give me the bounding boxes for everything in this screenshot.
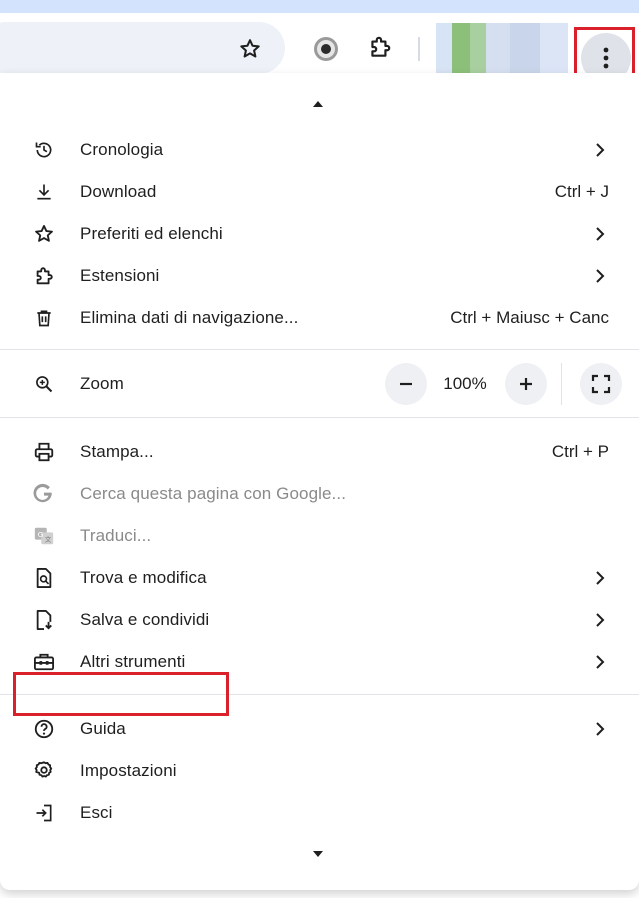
zoom-label: Zoom (80, 374, 124, 393)
menu-item-settings[interactable]: Impostazioni (0, 750, 639, 792)
shortcut-label: Ctrl + J (554, 182, 609, 201)
menu-item-label: Guida (80, 719, 126, 738)
zoom-divider (561, 363, 562, 405)
history-icon (32, 138, 56, 162)
plus-icon (520, 378, 532, 390)
menu-item-label: Cerca questa pagina con Google... (80, 484, 347, 503)
zoom-icon (32, 372, 56, 396)
svg-text:G: G (38, 530, 44, 539)
chevron-right-icon (593, 655, 607, 669)
save-share-icon (32, 608, 56, 632)
bookmark-star-icon[interactable] (232, 31, 268, 67)
menu-item-label: Salva e condividi (80, 610, 210, 629)
menu-item-label: Preferiti ed elenchi (80, 224, 223, 243)
browser-toolbar (0, 13, 639, 88)
chevron-right-icon (593, 227, 607, 241)
toolbox-icon (32, 650, 56, 674)
menu-separator (0, 349, 639, 350)
settings-highlight (13, 672, 229, 716)
settings-icon (32, 759, 56, 783)
chevron-right-icon (593, 269, 607, 283)
svg-text:文: 文 (45, 535, 52, 544)
fullscreen-button[interactable] (580, 363, 622, 405)
menu-item-print[interactable]: Stampa... Ctrl + P (0, 431, 639, 473)
find-icon (32, 566, 56, 590)
fullscreen-icon (591, 374, 611, 394)
zoom-level: 100% (443, 374, 487, 393)
star-icon (32, 222, 56, 246)
menu-item-label: Estensioni (80, 266, 160, 285)
menu-item-translate[interactable]: G文 Traduci... (0, 515, 639, 557)
chevron-right-icon (593, 722, 607, 736)
shortcut-label: Ctrl + Maiusc + Canc (450, 308, 609, 327)
menu-item-clear-browsing-data[interactable]: Elimina dati di navigazione... Ctrl + Ma… (0, 297, 639, 339)
menu-item-label: Download (80, 182, 157, 201)
translate-icon: G文 (32, 524, 56, 548)
chevron-right-icon (593, 143, 607, 157)
menu-item-label: Cronologia (80, 140, 164, 159)
menu-item-save-share[interactable]: Salva e condividi (0, 599, 639, 641)
menu-item-search-google[interactable]: Cerca questa pagina con Google... (0, 473, 639, 515)
menu-item-label: Traduci... (80, 526, 152, 545)
record-icon[interactable] (308, 31, 344, 67)
minus-icon (400, 382, 412, 386)
extension-icon (32, 264, 56, 288)
profile-avatar[interactable] (436, 23, 568, 75)
menu-item-download[interactable]: Download Ctrl + J (0, 171, 639, 213)
menu-item-label: Trova e modifica (80, 568, 207, 587)
help-icon (32, 717, 56, 741)
exit-icon (32, 801, 56, 825)
extensions-icon[interactable] (362, 29, 398, 65)
menu-separator (0, 417, 639, 418)
menu-item-extensions[interactable]: Estensioni (0, 255, 639, 297)
zoom-in-button[interactable] (505, 363, 547, 405)
chevron-right-icon (593, 571, 607, 585)
chrome-main-menu: Cronologia Download Ctrl + J Preferiti e… (0, 73, 639, 890)
menu-item-bookmarks[interactable]: Preferiti ed elenchi (0, 213, 639, 255)
toolbar-divider (418, 37, 420, 61)
scroll-down-icon[interactable] (313, 851, 323, 857)
menu-item-label: Elimina dati di navigazione... (80, 308, 299, 327)
menu-item-history[interactable]: Cronologia (0, 129, 639, 171)
menu-item-label: Stampa... (80, 442, 154, 461)
shortcut-label: Ctrl + P (551, 442, 609, 461)
scroll-up-icon[interactable] (313, 101, 323, 107)
menu-item-label: Impostazioni (80, 761, 177, 780)
download-icon (32, 180, 56, 204)
menu-item-label: Altri strumenti (80, 652, 186, 671)
print-icon (32, 440, 56, 464)
menu-item-exit[interactable]: Esci (0, 792, 639, 834)
chevron-right-icon (593, 613, 607, 627)
zoom-out-button[interactable] (385, 363, 427, 405)
browser-tab-strip (0, 0, 639, 13)
menu-item-label: Esci (80, 803, 113, 822)
google-icon (32, 482, 56, 506)
menu-item-find-edit[interactable]: Trova e modifica (0, 557, 639, 599)
trash-icon (32, 306, 56, 330)
